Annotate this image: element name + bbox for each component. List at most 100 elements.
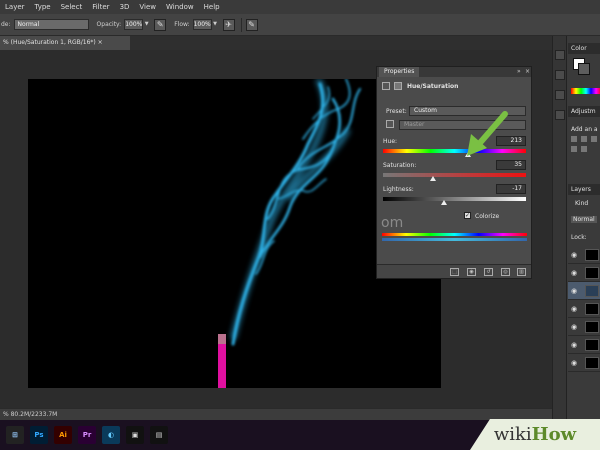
collapse-icon[interactable]: » — [517, 68, 521, 75]
lightness-slider-thumb[interactable] — [441, 200, 447, 205]
brush-icon[interactable] — [555, 110, 565, 120]
media-taskbar-icon[interactable]: ▣ — [126, 426, 144, 444]
adjustment-levels-icon[interactable] — [581, 136, 587, 142]
reset-icon[interactable]: ↺ — [484, 268, 493, 276]
windows-start-icon[interactable]: ⊞ — [6, 426, 24, 444]
mask-icon[interactable] — [394, 82, 402, 90]
flow-input[interactable]: 100% — [192, 19, 212, 30]
output-range-bar — [382, 238, 527, 241]
layer-row[interactable]: ◉ — [568, 336, 600, 354]
adjustment-header: Hue/Saturation — [377, 79, 531, 93]
layer-row[interactable]: ◉ — [568, 354, 600, 372]
adjustment-title: Hue/Saturation — [407, 83, 459, 90]
tab-color[interactable]: Color — [568, 43, 600, 54]
menu-layer[interactable]: Layer — [0, 0, 30, 14]
color-ramp[interactable] — [571, 88, 600, 94]
close-icon[interactable]: × — [525, 68, 530, 75]
view-previous-icon[interactable]: ◉ — [467, 268, 476, 276]
saturation-slider[interactable] — [383, 173, 526, 177]
adjustments-hint: Add an a — [571, 126, 598, 133]
properties-icon[interactable] — [555, 70, 565, 80]
menu-3d[interactable]: 3D — [115, 0, 135, 14]
arrow-annotation-icon — [467, 111, 508, 156]
visibility-icon[interactable]: ◎ — [501, 268, 510, 276]
eye-icon[interactable]: ◉ — [571, 287, 577, 295]
background-swatch[interactable] — [578, 63, 590, 75]
properties-titlebar: Properties » × — [377, 67, 531, 77]
menu-filter[interactable]: Filter — [87, 0, 114, 14]
eye-icon[interactable]: ◉ — [571, 251, 577, 259]
adjustment-brightness-icon[interactable] — [571, 136, 577, 142]
layer-kind-filter[interactable]: Kind — [575, 200, 588, 207]
layer-thumbnail — [585, 249, 599, 261]
menu-select[interactable]: Select — [56, 0, 88, 14]
layer-thumbnail — [585, 303, 599, 315]
adjustment-curves-icon[interactable] — [591, 136, 597, 142]
layer-row[interactable]: ◉ — [568, 318, 600, 336]
saturation-input[interactable]: 35 — [496, 160, 526, 170]
lock-label: Lock: — [571, 234, 587, 241]
pressure-size-icon[interactable]: ✎ — [245, 18, 258, 31]
saturation-label: Saturation: — [383, 162, 417, 169]
layer-thumbnail — [585, 339, 599, 351]
menu-bar: Layer Type Select Filter 3D View Window … — [0, 0, 600, 14]
tab-layers[interactable]: Layers — [568, 184, 600, 195]
watermark-how: How — [531, 424, 577, 445]
layer-thumbnail — [585, 357, 599, 369]
eye-icon[interactable]: ◉ — [571, 305, 577, 313]
opacity-dropdown-icon[interactable]: ▼ — [143, 19, 150, 30]
preset-label: Preset: — [386, 108, 407, 115]
files-taskbar-icon[interactable]: ▤ — [150, 426, 168, 444]
adjustment-vibrance-icon[interactable] — [571, 146, 577, 152]
saturation-slider-thumb[interactable] — [430, 176, 436, 181]
adjustment-hue-icon[interactable] — [581, 146, 587, 152]
photoshop-taskbar-icon[interactable]: Ps — [30, 426, 48, 444]
document-tab-bar: % (Hue/Saturation 1, RGB/16*) × — [0, 36, 552, 50]
menu-view[interactable]: View — [134, 0, 161, 14]
layer-row[interactable]: ◉ — [568, 246, 600, 264]
lightness-input[interactable]: -17 — [496, 184, 526, 194]
clip-to-layer-icon[interactable]: ⬚ — [450, 268, 459, 276]
info-icon[interactable] — [555, 90, 565, 100]
layer-row[interactable]: ◉ — [568, 264, 600, 282]
flow-label: Flow: — [174, 21, 190, 28]
hue-label: Hue: — [383, 138, 398, 145]
adjustment-icon — [382, 82, 390, 90]
flow-dropdown-icon[interactable]: ▼ — [212, 19, 219, 30]
eye-icon[interactable]: ◉ — [571, 341, 577, 349]
history-icon[interactable] — [555, 50, 565, 60]
layer-blend-mode[interactable]: Normal — [571, 216, 597, 223]
eye-icon[interactable]: ◉ — [571, 269, 577, 277]
premiere-taskbar-icon[interactable]: Pr — [78, 426, 96, 444]
eye-icon[interactable]: ◉ — [571, 323, 577, 331]
targeted-adjustment-icon[interactable] — [386, 120, 394, 128]
illustrator-taskbar-icon[interactable]: Ai — [54, 426, 72, 444]
menu-help[interactable]: Help — [199, 0, 225, 14]
layer-row[interactable]: ◉ — [568, 300, 600, 318]
options-bar: de: Normal Opacity: 100% ▼ ✎ Flow: 100% … — [0, 14, 600, 36]
mode-select[interactable]: Normal — [13, 19, 89, 30]
airbrush-icon[interactable]: ✈ — [222, 18, 235, 31]
layer-row[interactable]: ◉ — [568, 282, 600, 300]
lightness-slider[interactable] — [383, 197, 526, 201]
delete-icon[interactable]: ▥ — [517, 268, 526, 276]
menu-type[interactable]: Type — [30, 0, 56, 14]
layer-thumbnail — [585, 267, 599, 279]
input-range-bar — [382, 233, 527, 236]
pressure-opacity-icon[interactable]: ✎ — [154, 18, 167, 31]
colorize-checkbox[interactable]: ✓ — [464, 212, 471, 219]
right-panel-column: Color Adjustm Add an a Layers Kind Norma… — [552, 36, 600, 420]
menu-window[interactable]: Window — [161, 0, 199, 14]
opacity-input[interactable]: 100% — [124, 19, 144, 30]
divider — [240, 17, 242, 32]
tab-properties[interactable]: Properties — [379, 67, 420, 77]
document-tab[interactable]: % (Hue/Saturation 1, RGB/16*) × — [0, 36, 130, 50]
colorize-label: Colorize — [475, 213, 500, 220]
tab-adjustments[interactable]: Adjustm — [568, 106, 600, 117]
range-eyedropper-label: om — [381, 215, 404, 231]
status-text: % 80.2M/2233.7M — [3, 411, 58, 418]
layer-thumbnail — [585, 285, 599, 297]
properties-footer: ⬚ ◉ ↺ ◎ ▥ — [377, 264, 531, 278]
browser-taskbar-icon[interactable]: ◐ — [102, 426, 120, 444]
eye-icon[interactable]: ◉ — [571, 359, 577, 367]
